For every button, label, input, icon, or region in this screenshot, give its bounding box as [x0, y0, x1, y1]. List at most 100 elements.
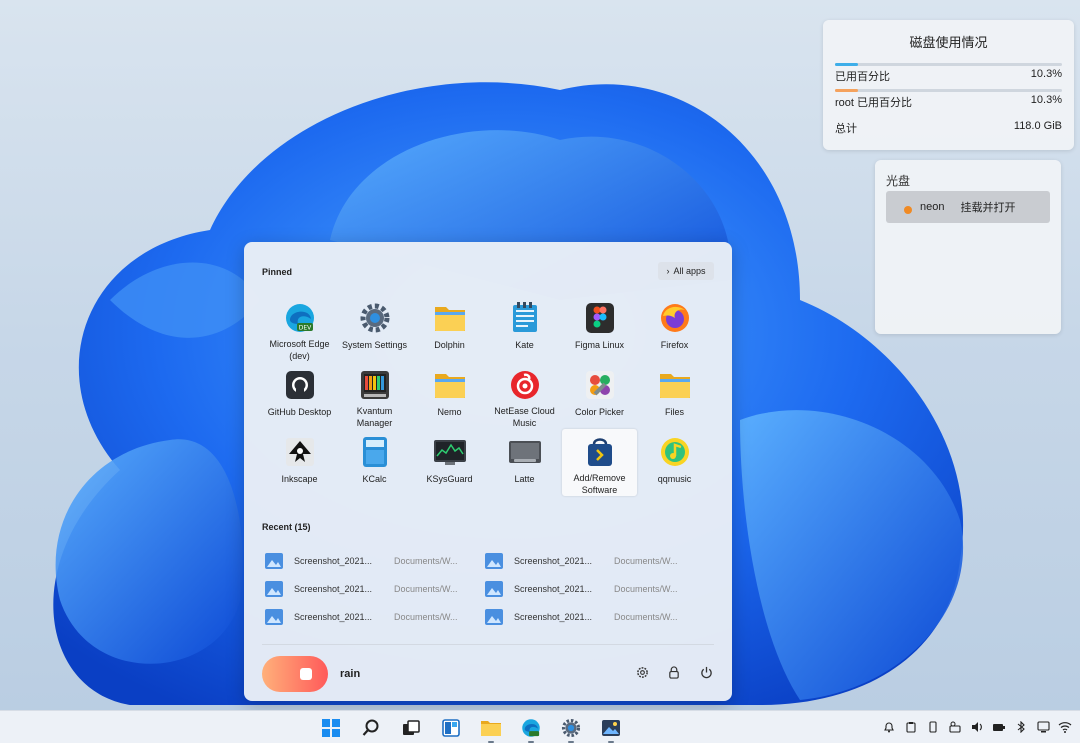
app-label: Kate	[515, 340, 534, 350]
recent-file-path: Documents/W...	[394, 556, 458, 566]
notification-icon	[884, 722, 894, 733]
recent-file[interactable]: Screenshot_2021... Documents/W...	[262, 547, 482, 575]
app-ksysguard[interactable]: KSysGuard	[412, 429, 487, 496]
latte-dock-icon	[508, 435, 542, 469]
device-icon	[929, 721, 937, 733]
netease-music-icon	[508, 368, 542, 401]
clipboard-tray-button[interactable]	[904, 719, 918, 735]
inkscape-icon	[283, 435, 317, 469]
recent-file[interactable]: Screenshot_2021... Documents/W...	[482, 575, 702, 603]
lock-button[interactable]	[666, 664, 682, 680]
image-file-icon	[485, 553, 503, 569]
app-microsoft-edge-dev[interactable]: DEV Microsoft Edge (dev)	[262, 295, 337, 362]
optical-device-name: neon	[920, 201, 945, 213]
recent-file[interactable]: Screenshot_2021... Documents/W...	[262, 603, 482, 631]
photos-button[interactable]	[594, 716, 628, 743]
keyboard-layout-icon	[949, 721, 961, 733]
app-kcalc[interactable]: KCalc	[337, 429, 412, 496]
recent-file-name: Screenshot_2021...	[514, 556, 593, 566]
widgets-button[interactable]	[434, 716, 468, 740]
kvantum-icon	[358, 368, 392, 401]
start-button[interactable]	[314, 716, 348, 740]
menu-divider	[262, 644, 714, 645]
mount-open-button[interactable]: 挂载并打开	[960, 199, 1015, 215]
recent-file-path: Documents/W...	[614, 612, 678, 622]
disk-root-label: root 已用百分比	[835, 97, 913, 109]
task-view-button[interactable]	[394, 716, 428, 740]
recent-file-path: Documents/W...	[614, 584, 678, 594]
svg-text:DEV: DEV	[298, 324, 311, 331]
recent-file[interactable]: Screenshot_2021... Documents/W...	[482, 603, 702, 631]
app-label: System Settings	[341, 340, 408, 350]
app-nemo[interactable]: Nemo	[412, 362, 487, 429]
optical-device-item[interactable]: neon 挂载并打开	[886, 191, 1050, 223]
search-button[interactable]	[354, 716, 388, 740]
keyboard-layout-tray-button[interactable]	[948, 719, 962, 735]
power-icon	[700, 666, 712, 678]
app-firefox[interactable]: Firefox	[637, 295, 712, 362]
user-name: rain	[340, 668, 361, 680]
optical-widget-title: 光盘	[886, 174, 911, 188]
battery-tray-button[interactable]	[992, 719, 1006, 735]
app-label: Dolphin	[434, 340, 465, 350]
app-netease-cloud-music[interactable]: NetEase Cloud Music	[487, 362, 562, 429]
disc-status-icon	[904, 206, 912, 214]
app-label: Add/Remove Software	[573, 473, 626, 495]
app-label: Inkscape	[281, 474, 318, 484]
all-apps-button[interactable]: › All apps	[658, 262, 714, 280]
app-label: Microsoft Edge (dev)	[269, 339, 330, 361]
app-qqmusic[interactable]: qqmusic	[637, 429, 712, 496]
image-file-icon	[485, 581, 503, 597]
recent-file-path: Documents/W...	[394, 584, 458, 594]
app-label: Nemo	[437, 407, 462, 417]
notepad-icon	[508, 301, 542, 335]
settings-button[interactable]	[634, 664, 650, 680]
settings-taskbar-button[interactable]	[554, 716, 588, 743]
edge-dev-icon	[522, 719, 540, 737]
app-label: Color Picker	[574, 407, 624, 417]
power-button[interactable]	[698, 664, 714, 680]
app-kvantum-manager[interactable]: Kvantum Manager	[337, 362, 412, 429]
bluetooth-tray-button[interactable]	[1014, 719, 1028, 735]
app-dolphin[interactable]: Dolphin	[412, 295, 487, 362]
app-latte[interactable]: Latte	[487, 429, 562, 496]
image-file-icon	[265, 609, 283, 625]
app-github-desktop[interactable]: GitHub Desktop	[262, 362, 337, 429]
recent-heading: Recent (15)	[262, 522, 311, 532]
image-file-icon	[485, 609, 503, 625]
volume-icon	[971, 722, 982, 732]
edge-dev-button[interactable]	[514, 716, 548, 743]
app-color-picker[interactable]: Color Picker	[562, 362, 637, 429]
recent-file[interactable]: Screenshot_2021... Documents/W...	[262, 575, 482, 603]
chevron-right-icon: ›	[666, 266, 670, 276]
image-file-icon	[265, 581, 283, 597]
file-explorer-button[interactable]	[474, 716, 508, 743]
app-files[interactable]: Files	[637, 362, 712, 429]
recent-file[interactable]: Screenshot_2021... Documents/W...	[482, 547, 702, 575]
disk-used-label: 已用百分比	[835, 71, 890, 83]
app-label: qqmusic	[657, 474, 692, 484]
app-inkscape[interactable]: Inkscape	[262, 429, 337, 496]
system-tray	[882, 719, 1072, 735]
recent-files-grid: Screenshot_2021... Documents/W... Screen…	[262, 547, 702, 631]
notification-tray-button[interactable]	[882, 719, 896, 735]
app-add-remove-software[interactable]: Add/Remove Software	[562, 429, 637, 496]
app-system-settings[interactable]: System Settings	[337, 295, 412, 362]
avatar	[300, 668, 312, 680]
recent-file-name: Screenshot_2021...	[514, 584, 593, 594]
device-tray-button[interactable]	[926, 719, 940, 735]
pinned-apps-grid: DEV Microsoft Edge (dev) System Settings…	[262, 295, 714, 496]
disk-total-row: 总计 118.0 GiB	[835, 115, 1062, 141]
app-label: Kvantum Manager	[356, 406, 393, 428]
app-label: Latte	[514, 474, 535, 484]
file-explorer-icon	[481, 721, 501, 736]
app-figma-linux[interactable]: Figma Linux	[562, 295, 637, 362]
volume-tray-button[interactable]	[970, 719, 984, 735]
wifi-icon	[1058, 722, 1072, 733]
app-kate[interactable]: Kate	[487, 295, 562, 362]
wifi-tray-button[interactable]	[1058, 719, 1072, 735]
display-tray-button[interactable]	[1036, 719, 1050, 735]
settings-gear-icon	[358, 301, 392, 335]
gear-icon	[636, 666, 648, 678]
user-avatar-button[interactable]	[262, 656, 328, 692]
